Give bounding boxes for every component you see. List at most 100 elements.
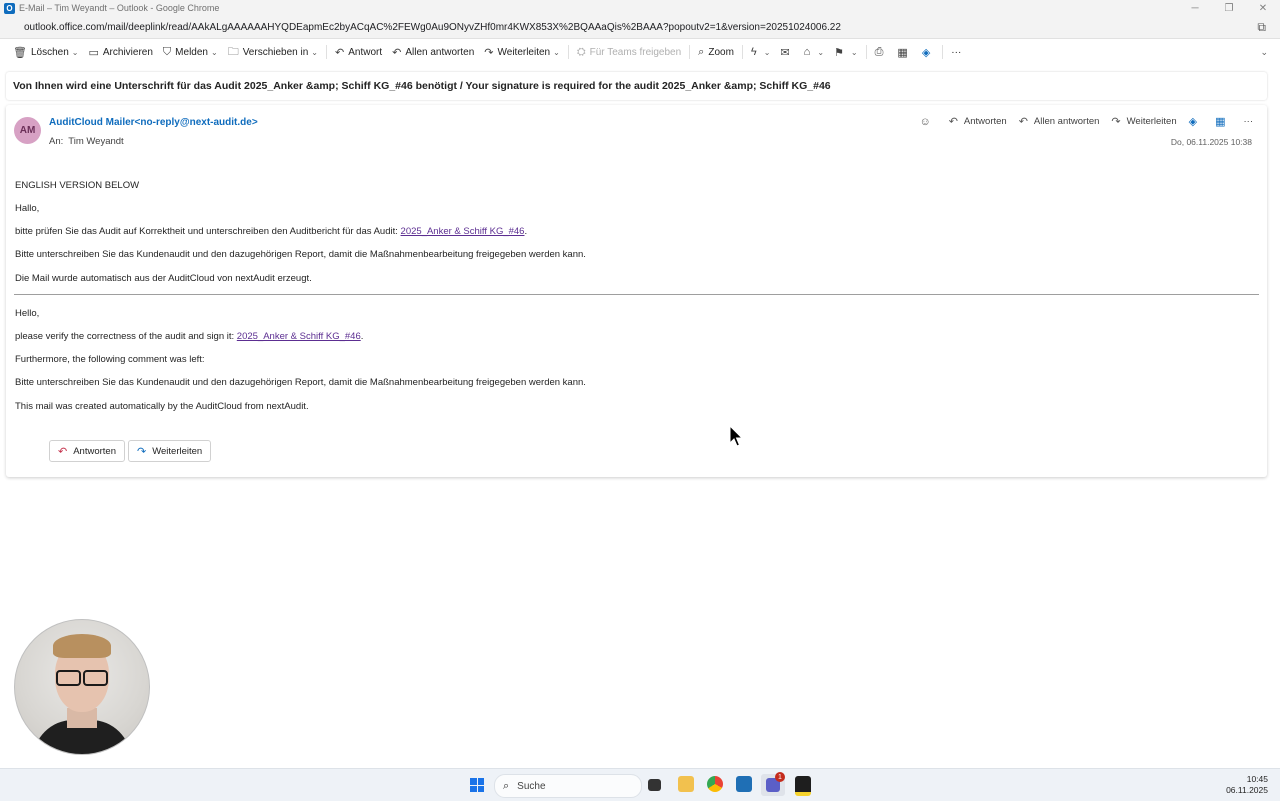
message-apps-button[interactable]: ▦	[1215, 115, 1231, 128]
command-ribbon: 🗑 Löschen ⌄ ▭ Archivieren ⛉ Melden ⌄ 🗀 Verschi…	[0, 39, 1280, 65]
more-icon: ···	[1243, 116, 1254, 127]
windows-start-icon[interactable]	[470, 778, 484, 792]
copilot-icon: ◈	[1188, 116, 1198, 128]
chevron-down-icon[interactable]: ⌄	[72, 48, 79, 57]
window-title: E-Mail – Tim Weyandt – Outlook - Google …	[19, 3, 220, 13]
chevron-down-icon[interactable]: ⌄	[851, 48, 858, 57]
avatar[interactable]: AM	[14, 117, 41, 144]
ribbon-divider	[567, 45, 569, 59]
chevron-down-icon[interactable]: ⌄	[311, 48, 318, 57]
ribbon-divider	[689, 45, 691, 59]
restore-icon[interactable]: ❐	[1212, 0, 1246, 16]
envelope-icon: ✉	[780, 46, 790, 59]
grid-icon: ▦	[897, 46, 908, 59]
tag-icon: ⌂	[803, 46, 811, 58]
en-paragraph-1: please verify the correctness of the aud…	[15, 331, 364, 342]
chevron-down-icon[interactable]: ⌄	[553, 48, 560, 57]
message-reply-all-button[interactable]: ↶ Allen antworten	[1019, 115, 1100, 128]
outlook-app-icon: O	[4, 2, 15, 14]
taskbar-search-label: Suche	[517, 780, 546, 792]
sender-name[interactable]: AuditCloud Mailer<no-reply@next-audit.de…	[49, 117, 258, 128]
chrome-icon[interactable]	[707, 776, 723, 792]
printer-icon: ⎙	[874, 45, 884, 58]
teams-icon: ⛭	[576, 45, 586, 58]
emoji-reaction-button[interactable]: ☺	[919, 116, 936, 128]
de-paragraph-2: Bitte unterschreiben Sie das Kundenaudit…	[15, 249, 586, 260]
store-icon[interactable]	[736, 776, 752, 792]
mark-read-button[interactable]: ✉	[775, 41, 798, 63]
de-audit-link[interactable]: 2025_Anker & Schiff KG_#46	[401, 226, 525, 237]
copilot-button[interactable]: ◈	[917, 41, 939, 63]
reply-icon: ↶	[948, 116, 958, 128]
archive-icon: ▭	[88, 46, 99, 59]
chevron-down-icon[interactable]: ⌄	[211, 48, 218, 57]
mouse-cursor-icon	[729, 425, 743, 447]
delete-button[interactable]: 🗑 Löschen ⌄	[8, 41, 83, 63]
english-note: ENGLISH VERSION BELOW	[15, 180, 140, 191]
zoom-icon: ⌕	[698, 45, 705, 58]
reply-icon: ↶	[58, 445, 68, 458]
reply-button[interactable]: ↶ Antwort	[330, 41, 387, 63]
move-to-button[interactable]: 🗀 Verschieben in ⌄	[223, 41, 323, 63]
quick-steps-button[interactable]: ϟ ⌄	[746, 41, 776, 63]
bottom-forward-button[interactable]: ↷ Weiterleiten	[128, 440, 212, 462]
trash-icon: 🗑	[13, 46, 27, 59]
message-more-button[interactable]: ···	[1244, 116, 1254, 127]
flag-button[interactable]: ⚑ ⌄	[829, 41, 863, 63]
ribbon-divider	[865, 45, 867, 59]
message-forward-button[interactable]: ↷ Weiterleiten	[1111, 115, 1176, 128]
de-paragraph-3: Die Mail wurde automatisch aus der Audit…	[15, 273, 312, 284]
report-button[interactable]: ⛉ Melden ⌄	[158, 41, 223, 63]
email-subject: Von Ihnen wird eine Unterschrift für das…	[13, 80, 831, 92]
install-app-icon[interactable]: ⧉	[1257, 20, 1266, 35]
zoom-button[interactable]: ⌕ Zoom	[693, 41, 739, 63]
webcam-person-hair	[53, 634, 111, 658]
message-reply-button[interactable]: ↶ Antworten	[949, 115, 1007, 128]
print-button[interactable]: ⎙	[870, 41, 893, 63]
message-card: AM AuditCloud Mailer<no-reply@next-audit…	[6, 105, 1267, 477]
immersive-reader-button[interactable]: ▦	[892, 41, 916, 63]
message-copilot-button[interactable]: ◈	[1189, 115, 1203, 128]
en-audit-link[interactable]: 2025_Anker & Schiff KG_#46	[237, 331, 361, 342]
forward-button[interactable]: ↷ Weiterleiten ⌄	[479, 41, 565, 63]
categorize-button[interactable]: ⌂ ⌄	[799, 41, 829, 63]
grid-icon: ▦	[1215, 116, 1226, 128]
url-text[interactable]: outlook.office.com/mail/deeplink/read/AA…	[24, 22, 841, 33]
close-icon[interactable]: ✕	[1246, 0, 1280, 16]
language-divider	[14, 294, 1259, 295]
forward-icon: ↷	[137, 445, 147, 458]
task-view-icon[interactable]	[648, 779, 661, 791]
shield-icon: ⛉	[162, 45, 172, 58]
sticky-notes-icon[interactable]	[795, 776, 811, 796]
recipient-line: An: Tim Weyandt	[49, 136, 129, 147]
ribbon-divider	[326, 45, 327, 59]
en-greeting: Hello,	[15, 308, 40, 319]
forward-icon: ↷	[1111, 116, 1121, 128]
bottom-reply-button[interactable]: ↶ Antworten	[49, 440, 125, 462]
bottom-reply-buttons: ↶ Antworten ↷ Weiterleiten	[49, 440, 214, 462]
recipient-name[interactable]: Tim Weyandt	[68, 136, 123, 147]
chevron-down-icon[interactable]: ⌄	[817, 48, 824, 57]
de-paragraph-1: bitte prüfen Sie das Audit auf Korrekthe…	[15, 226, 528, 237]
more-icon: ···	[951, 46, 962, 58]
clock-time: 10:45	[1246, 774, 1268, 784]
reply-icon: ↶	[335, 46, 345, 59]
webcam-person-glasses	[56, 670, 108, 686]
chevron-down-icon[interactable]: ⌄	[764, 48, 771, 57]
address-bar[interactable]: outlook.office.com/mail/deeplink/read/AA…	[0, 16, 1280, 39]
webcam-overlay	[14, 619, 150, 755]
share-teams-button[interactable]: ⛭ Für Teams freigeben	[572, 41, 686, 63]
minimize-icon[interactable]: ─	[1178, 0, 1212, 16]
file-explorer-icon[interactable]	[678, 776, 694, 792]
system-clock[interactable]: 10:45 06.11.2025	[1226, 774, 1268, 796]
archive-button[interactable]: ▭ Archivieren	[83, 41, 157, 63]
taskbar-search[interactable]: ⌕ Suche	[494, 774, 642, 798]
reply-all-button[interactable]: ↶ Allen antworten	[387, 41, 479, 63]
en-paragraph-2: Furthermore, the following comment was l…	[15, 354, 205, 365]
more-options-button[interactable]: ···	[946, 41, 966, 63]
smiley-icon: ☺	[919, 115, 931, 128]
flag-icon: ⚑	[834, 46, 844, 59]
message-actions: ☺ ↶ Antworten ↶ Allen antworten ↷ Weiterlei…	[907, 115, 1254, 129]
en-paragraph-4: This mail was created automatically by t…	[15, 401, 309, 412]
collapse-ribbon-icon[interactable]: ⌄	[1260, 47, 1268, 58]
